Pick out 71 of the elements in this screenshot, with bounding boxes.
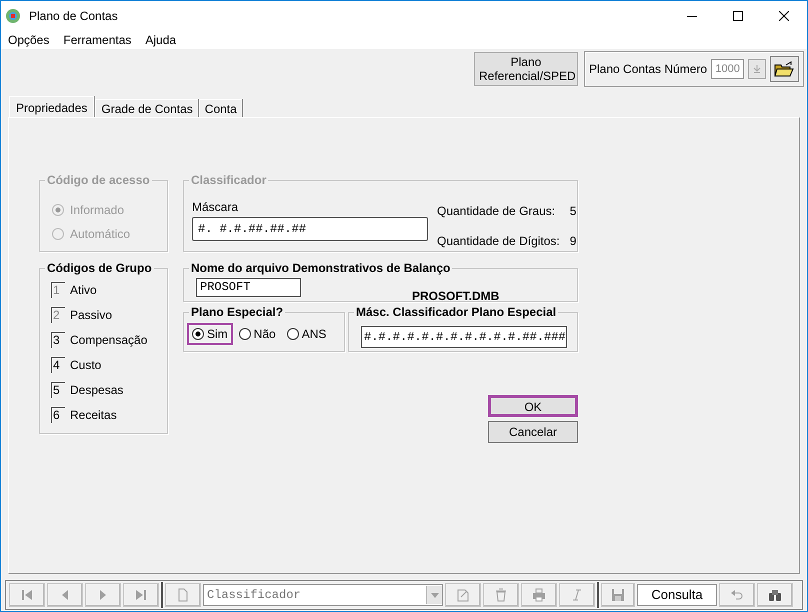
- window-title: Plano de Contas: [29, 8, 118, 25]
- last-icon: [134, 588, 148, 602]
- document-icon: [176, 588, 190, 602]
- dialog-button[interactable]: Cancelar: [488, 421, 578, 443]
- menu-item[interactable]: Opções: [8, 31, 50, 49]
- group-title: Plano Especial?: [189, 305, 286, 319]
- trash-icon: [494, 588, 508, 602]
- number-field[interactable]: 1000: [711, 59, 744, 79]
- number-label: Plano Contas Número: [589, 61, 708, 78]
- radio-button[interactable]: [286, 328, 299, 340]
- group-code-label: Compensação: [70, 332, 148, 349]
- radio-option[interactable]: ANS: [282, 323, 332, 345]
- radio-label: Informado: [70, 202, 124, 219]
- radio-label: ANS: [302, 326, 326, 343]
- mask-label: Máscara: [192, 199, 240, 216]
- digits-label: Quantidade de Dígitos:: [437, 232, 560, 250]
- close-icon[interactable]: [779, 11, 789, 21]
- edit-document-icon: [456, 588, 470, 602]
- group-title: Nome do arquivo Demonstrativos de Balanço: [189, 261, 452, 275]
- down-arrow-icon: [752, 65, 761, 73]
- caret-icon: [430, 592, 438, 598]
- radio-button[interactable]: [192, 328, 204, 340]
- radio-button[interactable]: [238, 328, 251, 340]
- radio-option[interactable]: Sim: [187, 323, 233, 345]
- dropdown-value: Classificador: [206, 587, 302, 604]
- undo-icon: [730, 588, 744, 602]
- group-title: Código de acesso: [45, 173, 152, 187]
- tab[interactable]: Grade de Contas: [95, 99, 198, 117]
- app-icon: [5, 8, 21, 24]
- group-title: Códigos de Grupo: [45, 261, 154, 275]
- classifier-dropdown[interactable]: Classificador: [203, 584, 443, 606]
- group-code-label: Passivo: [70, 307, 112, 324]
- code-box: 1: [51, 282, 65, 298]
- tab[interactable]: Propriedades: [9, 96, 94, 118]
- degrees-value: 5: [570, 203, 576, 220]
- degrees-label: Quantidade de Graus:: [437, 203, 556, 220]
- dialog-button[interactable]: OK: [488, 395, 578, 417]
- download-button[interactable]: [748, 59, 766, 79]
- code-box: 3: [51, 332, 65, 348]
- code-box: 6: [51, 407, 65, 423]
- folder-icon: [774, 61, 794, 77]
- code-box: 2: [51, 307, 65, 323]
- code-box: 5: [51, 382, 65, 398]
- tab[interactable]: Conta: [198, 99, 242, 117]
- digits-value: 9: [570, 232, 576, 250]
- group-code-label: Despesas: [70, 382, 124, 399]
- first-icon: [20, 588, 34, 602]
- group-code-label: Ativo: [70, 282, 97, 299]
- binoculars-icon: [768, 588, 782, 602]
- mode-field: Consulta: [637, 584, 717, 606]
- filename-field[interactable]: PROSOFT: [196, 278, 301, 297]
- group-title: Classificador: [189, 173, 268, 187]
- filename-text: PROSOFT.DMB: [412, 288, 500, 305]
- referencial-button[interactable]: Plano Referencial/SPED: [474, 52, 578, 86]
- printer-icon: [532, 588, 546, 602]
- italic-icon: [570, 588, 584, 602]
- radio-option[interactable]: Não: [234, 323, 281, 345]
- radio-label: Automático: [70, 226, 130, 243]
- radio-label: Não: [254, 326, 276, 343]
- open-button[interactable]: [770, 56, 799, 82]
- menu-item[interactable]: Ajuda: [145, 31, 176, 49]
- maximize-icon[interactable]: [733, 11, 743, 21]
- code-box: 4: [51, 357, 65, 373]
- radio-label: Sim: [207, 326, 228, 343]
- menu-item[interactable]: Ferramentas: [63, 31, 132, 49]
- group-code-label: Custo: [70, 357, 102, 374]
- toolbar-button[interactable]: [757, 583, 793, 607]
- group-code-label: Receitas: [70, 407, 117, 424]
- special-mask-field[interactable]: #.#.#.#.#.#.#.#.#.#.#.##.###: [361, 326, 567, 348]
- group-title: Másc. Classificador Plano Especial: [354, 305, 558, 319]
- save-icon: [611, 588, 625, 602]
